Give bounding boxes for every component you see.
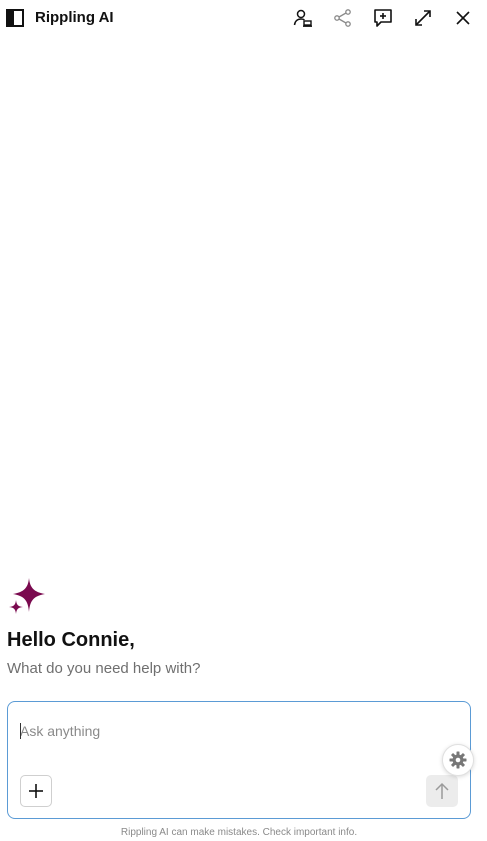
share-icon	[334, 9, 351, 27]
plus-icon	[29, 784, 43, 798]
rippling-ai-sparkle-icon	[9, 578, 45, 614]
arrow-up-icon	[435, 782, 449, 799]
close-icon	[456, 11, 470, 25]
ask-input[interactable]	[20, 720, 420, 742]
chat-composer	[7, 701, 471, 819]
settings-button[interactable]	[442, 744, 474, 776]
new-chat-button[interactable]	[372, 7, 394, 29]
share-button[interactable]	[332, 7, 354, 29]
add-attachment-button[interactable]	[20, 775, 52, 807]
ai-disclaimer: Rippling AI can make mistakes. Check imp…	[120, 827, 358, 838]
gear-icon	[449, 751, 467, 769]
expand-button[interactable]	[412, 7, 434, 29]
header-bar: Rippling AI	[0, 0, 487, 36]
app-title: Rippling AI	[35, 9, 114, 26]
rippling-ai-panel: Rippling AI Hello Connie, What do you ne…	[0, 0, 487, 841]
greeting-heading: Hello Connie,	[7, 629, 135, 651]
user-laptop-icon	[293, 9, 312, 27]
close-button[interactable]	[452, 7, 474, 29]
send-button[interactable]	[426, 775, 458, 807]
expand-icon	[415, 10, 431, 26]
profile-button[interactable]	[292, 7, 314, 29]
greeting-subtitle: What do you need help with?	[7, 660, 201, 677]
new-chat-icon	[374, 9, 392, 27]
sidebar-toggle-icon[interactable]	[6, 9, 24, 27]
text-caret	[20, 723, 21, 739]
